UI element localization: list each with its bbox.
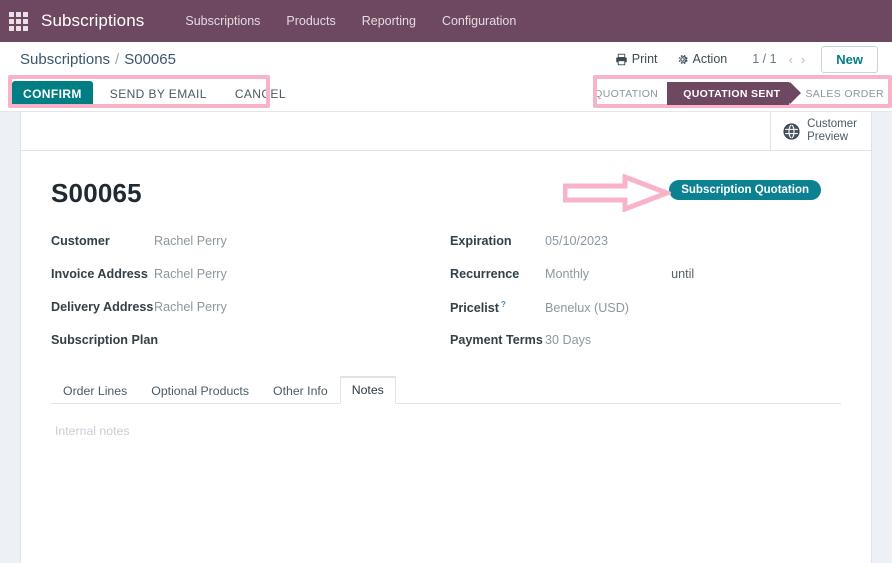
record-action-buttons: CONFIRM SEND BY EMAIL CANCEL xyxy=(12,80,297,107)
status-stage-quotation-sent[interactable]: QUOTATION SENT xyxy=(667,82,802,105)
field-recurrence-label: Recurrence xyxy=(450,267,520,281)
field-pricelist: Pricelist? Benelux (USD) xyxy=(450,300,841,317)
send-by-email-button[interactable]: SEND BY EMAIL xyxy=(99,81,218,107)
gear-icon xyxy=(678,54,688,64)
field-customer: Customer Rachel Perry xyxy=(51,234,442,251)
field-pricelist-label-text: Pricelist xyxy=(450,301,500,316)
status-stage-sales-order[interactable]: SALES ORDER xyxy=(789,82,888,105)
field-subscription-plan: Subscription Plan xyxy=(51,333,442,350)
field-pricelist-value[interactable]: Benelux (USD) xyxy=(545,301,629,315)
field-invoice-address-label: Invoice Address xyxy=(51,267,148,281)
field-payment-terms-value[interactable]: 30 Days xyxy=(545,333,591,347)
notebook: Order Lines Optional Products Other Info… xyxy=(51,376,841,438)
field-payment-terms: Payment Terms 30 Days xyxy=(450,333,841,350)
action-button[interactable]: Action xyxy=(667,48,737,70)
new-button[interactable]: New xyxy=(821,45,878,73)
field-delivery-address-value[interactable]: Rachel Perry xyxy=(154,300,227,314)
sheet-right-margin xyxy=(872,112,892,563)
menu-products[interactable]: Products xyxy=(273,0,348,42)
status-stage-quotation[interactable]: QUOTATION xyxy=(584,82,680,105)
control-panel-top: Subscriptions / S00065 Print Action 1 / … xyxy=(0,42,892,76)
customer-preview-label: Customer Preview xyxy=(807,118,857,144)
form-column-right: Expiration 05/10/2023 Recurrence Monthly… xyxy=(442,234,841,366)
confirm-button[interactable]: CONFIRM xyxy=(12,80,93,107)
field-recurrence: Recurrence Monthly until xyxy=(450,267,841,284)
help-tooltip-icon[interactable]: ? xyxy=(501,300,506,309)
status-pipeline: QUOTATION QUOTATION SENT SALES ORDER xyxy=(584,82,888,105)
field-subscription-plan-label: Subscription Plan xyxy=(51,333,159,347)
breadcrumb-separator: / xyxy=(115,50,120,68)
sheet-left-margin xyxy=(0,112,20,563)
menu-subscriptions[interactable]: Subscriptions xyxy=(172,0,273,42)
notebook-tabs: Order Lines Optional Products Other Info… xyxy=(51,376,841,404)
printer-icon xyxy=(616,53,627,65)
field-payment-terms-label: Payment Terms xyxy=(450,333,543,347)
breadcrumb: Subscriptions / S00065 xyxy=(20,51,176,68)
field-delivery-address-label: Delivery Address xyxy=(51,300,154,314)
customer-preview-line2: Preview xyxy=(807,131,849,143)
page-title: S00065 xyxy=(51,178,142,208)
breadcrumb-root[interactable]: Subscriptions xyxy=(20,51,110,68)
tab-other-info[interactable]: Other Info xyxy=(261,378,340,404)
control-panel-bottom: CONFIRM SEND BY EMAIL CANCEL QUOTATION Q… xyxy=(0,75,892,112)
field-delivery-address: Delivery Address Rachel Perry xyxy=(51,300,442,317)
cancel-button[interactable]: CANCEL xyxy=(224,81,297,107)
field-customer-label: Customer xyxy=(51,234,110,248)
status-badge: Subscription Quotation xyxy=(669,180,821,200)
field-invoice-address-value[interactable]: Rachel Perry xyxy=(154,267,227,281)
globe-icon xyxy=(783,122,800,140)
record-title-row: S00065 Subscription Quotation xyxy=(51,168,841,214)
field-expiration-label: Expiration xyxy=(450,234,512,248)
form-body: S00065 Subscription Quotation Customer R… xyxy=(21,152,871,563)
app-brand-subscriptions[interactable]: Subscriptions xyxy=(41,11,144,31)
control-panel-right: Print Action 1 / 1 ‹ › New xyxy=(606,45,878,73)
internal-notes-input[interactable]: Internal notes xyxy=(55,424,841,438)
form-content-area: Customer Preview S00065 Subscription Quo… xyxy=(0,112,892,563)
action-label: Action xyxy=(692,52,728,66)
print-label: Print xyxy=(631,52,658,66)
pager-next-icon[interactable]: › xyxy=(797,50,809,69)
field-invoice-address: Invoice Address Rachel Perry xyxy=(51,267,442,284)
menu-reporting[interactable]: Reporting xyxy=(349,0,429,42)
print-button[interactable]: Print xyxy=(606,48,667,70)
field-expiration-value[interactable]: 05/10/2023 xyxy=(545,234,608,248)
apps-grid-icon[interactable] xyxy=(9,11,28,31)
customer-preview-button[interactable]: Customer Preview xyxy=(770,112,871,150)
menu-configuration[interactable]: Configuration xyxy=(429,0,529,42)
tab-order-lines[interactable]: Order Lines xyxy=(51,378,139,404)
form-fields: Customer Rachel Perry Invoice Address Ra… xyxy=(51,234,841,366)
field-recurrence-until-label: until xyxy=(671,267,695,281)
notebook-panel-notes: Internal notes xyxy=(51,404,841,438)
top-navbar: Subscriptions Subscriptions Products Rep… xyxy=(0,0,892,42)
form-column-left: Customer Rachel Perry Invoice Address Ra… xyxy=(51,234,442,366)
pager-value: 1 / 1 xyxy=(752,52,777,66)
customer-preview-line1: Customer xyxy=(807,118,857,130)
breadcrumb-current: S00065 xyxy=(124,50,176,68)
field-recurrence-value[interactable]: Monthly xyxy=(545,267,589,281)
tab-notes[interactable]: Notes xyxy=(339,376,396,404)
smart-button-box: Customer Preview xyxy=(21,112,871,151)
field-customer-value[interactable]: Rachel Perry xyxy=(154,234,227,248)
pager-previous-icon[interactable]: ‹ xyxy=(785,50,797,69)
field-expiration: Expiration 05/10/2023 xyxy=(450,234,841,251)
tab-optional-products[interactable]: Optional Products xyxy=(139,378,261,404)
pink-arrow-annotation xyxy=(563,174,671,212)
field-pricelist-label: Pricelist? xyxy=(450,300,545,315)
